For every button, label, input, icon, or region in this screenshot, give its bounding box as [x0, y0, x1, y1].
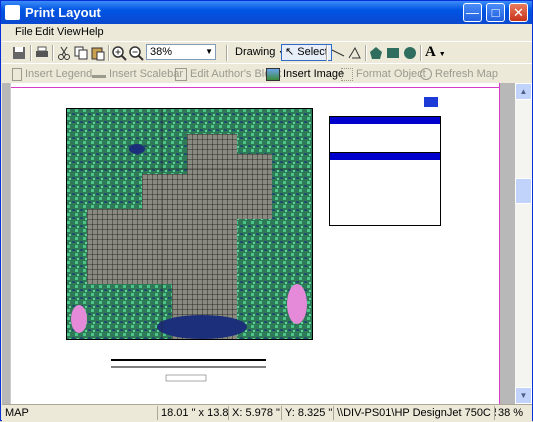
separator	[365, 45, 367, 61]
chevron-down-icon: ▼	[205, 47, 213, 56]
status-zoom: 38 %	[494, 406, 532, 420]
insert-scalebar-label: Insert Scalebar	[109, 68, 183, 80]
scroll-down-icon[interactable]: ▼	[515, 387, 532, 404]
separator	[108, 45, 110, 61]
rectangle-tool-icon[interactable]	[385, 45, 401, 61]
page-margin-line	[11, 87, 499, 88]
select-button[interactable]: ↖ Select	[281, 44, 332, 61]
status-bar: MAP 18.01 " x 13.83 " X: 5.978 " Y: 8.32…	[2, 404, 532, 422]
scalebar-icon	[92, 70, 106, 79]
separator	[226, 45, 228, 61]
app-icon	[5, 5, 20, 20]
minimize-button[interactable]: —	[463, 3, 482, 22]
pointer-icon: ↖	[285, 46, 295, 58]
font-dropdown[interactable]: A ▼	[422, 44, 449, 61]
close-button[interactable]: ✕	[509, 3, 528, 22]
chevron-down-icon: ▼	[438, 50, 446, 58]
zoom-out-icon[interactable]	[128, 45, 144, 61]
maximize-button[interactable]: □	[486, 3, 505, 22]
refresh-map-button[interactable]: Refresh Map	[420, 66, 498, 82]
plot-information-panel[interactable]: ​	[329, 116, 441, 153]
menu-view[interactable]: View	[57, 26, 81, 38]
menu-help[interactable]: Help	[81, 26, 104, 38]
layout-canvas[interactable]: ​	[2, 83, 515, 404]
insert-image-button[interactable]: Insert Image	[266, 66, 344, 82]
drawing-label: Drawing	[235, 46, 276, 58]
scroll-thumb[interactable]	[515, 178, 532, 204]
map-frame[interactable]	[66, 108, 313, 340]
status-x: X: 5.978 "	[228, 406, 281, 420]
refresh-map-label: Refresh Map	[435, 68, 498, 80]
paste-icon[interactable]	[90, 45, 106, 61]
panel-text: ​	[330, 124, 440, 129]
refresh-icon	[420, 68, 432, 81]
text-tool-icon: A	[425, 44, 436, 60]
layout-toolbar: Insert Legend Insert Scalebar Edit Autho…	[2, 63, 532, 85]
display-options-panel[interactable]	[329, 152, 441, 226]
insert-legend-button[interactable]: Insert Legend	[12, 66, 92, 82]
plot-information-header	[330, 117, 440, 124]
legend-icon	[12, 67, 22, 81]
scalebar-graphic	[111, 359, 266, 382]
display-options-header	[330, 153, 440, 160]
authors-block-icon	[175, 67, 187, 81]
status-mode: MAP	[5, 407, 29, 419]
line-tool-icon[interactable]	[330, 45, 346, 61]
polyline-tool-icon[interactable]	[347, 45, 363, 61]
separator	[326, 45, 328, 61]
format-object-label: Format Object	[356, 68, 426, 80]
vertical-scrollbar[interactable]: ▲ ▼	[515, 83, 532, 404]
zoom-in-icon[interactable]	[111, 45, 127, 61]
menu-edit[interactable]: Edit	[35, 26, 54, 38]
print-layout-window: Print Layout — □ ✕ File Edit View Help 3…	[0, 0, 533, 422]
insert-scalebar-button[interactable]: Insert Scalebar	[92, 66, 183, 82]
north-logo	[424, 97, 438, 107]
insert-image-label: Insert Image	[283, 68, 345, 80]
save-icon[interactable]	[11, 45, 27, 61]
cut-icon[interactable]	[56, 45, 72, 61]
zoom-select[interactable]: 38% ▼	[146, 44, 216, 60]
copy-icon[interactable]	[73, 45, 89, 61]
separator	[30, 45, 32, 61]
status-size: 18.01 " x 13.83 "	[157, 406, 228, 420]
format-icon	[341, 67, 353, 81]
title-bar[interactable]: Print Layout — □ ✕	[1, 1, 532, 24]
drawing-dropdown[interactable]: Drawing ▼	[232, 44, 288, 61]
image-icon	[266, 67, 280, 81]
scroll-up-icon[interactable]: ▲	[515, 83, 532, 100]
menu-file[interactable]: File	[15, 26, 33, 38]
main-toolbar: 38% ▼ Drawing ▼ ↖ Select A ▼	[2, 41, 532, 64]
status-y: Y: 8.325 "	[281, 406, 334, 420]
satellite-map-image	[67, 109, 312, 339]
select-label: Select	[297, 46, 328, 58]
polygon-tool-icon[interactable]	[368, 45, 384, 61]
menu-bar: File Edit View Help	[2, 24, 532, 41]
status-printer: \\DIV-PS01\HP DesignJet 750C 5th Floor A	[333, 406, 496, 420]
window-title: Print Layout	[25, 5, 101, 20]
separator	[52, 45, 54, 61]
ellipse-tool-icon[interactable]	[402, 45, 418, 61]
insert-legend-label: Insert Legend	[25, 68, 93, 80]
page-sheet: ​	[10, 83, 500, 404]
format-object-button[interactable]: Format Object	[341, 66, 426, 82]
zoom-value: 38%	[150, 46, 173, 58]
print-icon[interactable]	[34, 45, 50, 61]
